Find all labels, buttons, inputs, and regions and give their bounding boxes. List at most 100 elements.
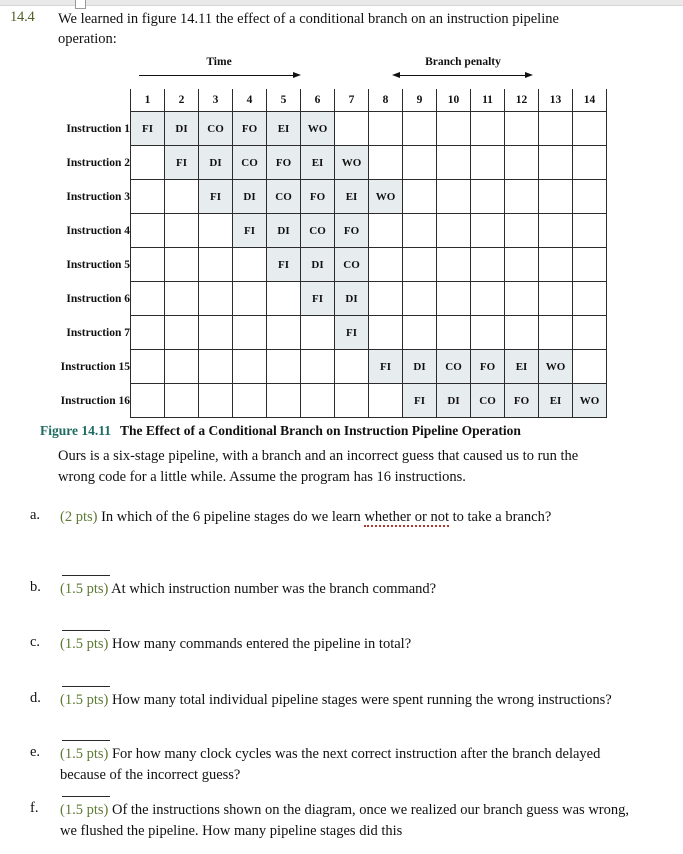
pipeline-empty-cell (436, 111, 471, 146)
pipeline-empty-cell (538, 281, 573, 316)
instruction-row-label: Instruction 15 (60, 360, 130, 373)
question-letter: e. (30, 744, 41, 760)
pipeline-empty-cell (300, 383, 335, 418)
pipeline-stage-cell-EI: EI (334, 179, 369, 214)
table-row: Instruction 4 FI DI CO FO (22, 213, 607, 248)
pipeline-empty-cell (572, 281, 607, 316)
pipeline-empty-cell (572, 179, 607, 214)
cycle-header-14: 14 (572, 89, 607, 112)
pipeline-stage-cell-EI: EI (504, 349, 539, 384)
pipeline-empty-cell (130, 247, 165, 282)
diagram-arrow-band: Time Branch penalty (0, 56, 683, 88)
pipeline-stage-cell-DI: DI (164, 111, 199, 146)
instruction-row-label: Instruction 2 (66, 156, 130, 169)
cycle-header-5: 5 (266, 89, 301, 112)
pipeline-empty-cell (436, 179, 471, 214)
table-row: Instruction 16 FI DI CO FO EI WO (22, 383, 607, 418)
answer-blank-line[interactable] (62, 796, 110, 797)
pipeline-empty-cell (504, 145, 539, 180)
question-letter: d. (30, 690, 41, 706)
pipeline-stage-cell-FI: FI (334, 315, 369, 350)
answer-blank-line[interactable] (62, 630, 110, 631)
pipeline-empty-cell (436, 315, 471, 350)
question-points: (1.5 pts) (60, 802, 109, 818)
pipeline-empty-cell (572, 111, 607, 146)
pipeline-empty-cell (436, 145, 471, 180)
pipeline-empty-cell (572, 247, 607, 282)
pipeline-empty-cell (402, 281, 437, 316)
pipeline-stage-cell-DI: DI (266, 213, 301, 248)
pipeline-empty-cell (300, 349, 335, 384)
cycle-header-3: 3 (198, 89, 233, 112)
pipeline-empty-cell (402, 315, 437, 350)
pipeline-empty-cell (402, 111, 437, 146)
pipeline-empty-cell (198, 247, 233, 282)
pipeline-stage-cell-WO: WO (538, 349, 573, 384)
question-points: (2 pts) (60, 509, 98, 525)
question-points: (1.5 pts) (60, 746, 109, 762)
question-points: (1.5 pts) (60, 692, 109, 708)
pipeline-stage-cell-FI: FI (198, 179, 233, 214)
pipeline-empty-cell (470, 315, 505, 350)
question-letter: f. (30, 800, 39, 816)
branch-penalty-arrow-head-left-icon (392, 71, 400, 78)
pipeline-diagram: 1 2 3 4 5 6 7 8 9 10 11 12 13 14 Instruction 1 FI DI CO F… (0, 89, 683, 418)
pipeline-empty-cell (572, 145, 607, 180)
cycle-header-7: 7 (334, 89, 369, 112)
cycle-header-4: 4 (232, 89, 267, 112)
pipeline-stage-cell-EI: EI (266, 111, 301, 146)
pipeline-stage-cell-FI: FI (300, 281, 335, 316)
emphasized-phrase: whether or not (364, 509, 449, 527)
answer-blank-line[interactable] (62, 686, 110, 687)
pipeline-empty-cell (232, 349, 267, 384)
pipeline-empty-cell (232, 247, 267, 282)
pipeline-empty-cell (232, 281, 267, 316)
pipeline-empty-cell (470, 179, 505, 214)
pipeline-stage-cell-CO: CO (470, 383, 505, 418)
question-letter: a. (30, 507, 41, 523)
pipeline-empty-cell (266, 281, 301, 316)
pipeline-empty-cell (504, 213, 539, 248)
pipeline-stage-cell-FO: FO (470, 349, 505, 384)
instruction-row-label: Instruction 16 (60, 394, 130, 407)
pipeline-stage-cell-FI: FI (130, 111, 165, 146)
pipeline-empty-cell (504, 281, 539, 316)
pipeline-stage-cell-CO: CO (300, 213, 335, 248)
pipeline-stage-cell-CO: CO (266, 179, 301, 214)
branch-penalty-arrow-label: Branch penalty (425, 56, 501, 68)
pipeline-empty-cell (130, 145, 165, 180)
pipeline-stage-cell-DI: DI (198, 145, 233, 180)
pipeline-empty-cell (504, 179, 539, 214)
pipeline-empty-cell (368, 213, 403, 248)
pipeline-empty-cell (504, 111, 539, 146)
pipeline-empty-cell (368, 111, 403, 146)
pipeline-empty-cell (130, 179, 165, 214)
question-letter: b. (30, 579, 41, 595)
pipeline-stage-cell-FO: FO (300, 179, 335, 214)
table-row: Instruction 3 FI DI CO FO EI WO (22, 179, 607, 214)
table-corner-blank (22, 89, 131, 112)
instruction-row-label: Instruction 1 (66, 122, 130, 135)
pipeline-empty-cell (538, 315, 573, 350)
pipeline-empty-cell (266, 349, 301, 384)
question-text: (1.5 pts) How many commands entered the … (60, 636, 412, 652)
cycle-header-10: 10 (436, 89, 471, 112)
figure-caption: Figure 14.11 The Effect of a Conditional … (40, 423, 640, 439)
pipeline-stage-cell-EI: EI (300, 145, 335, 180)
pipeline-empty-cell (470, 145, 505, 180)
body-paragraph: Ours is a six-stage pipeline, with a bra… (58, 448, 579, 485)
pipeline-empty-cell (402, 179, 437, 214)
pipeline-empty-cell (130, 281, 165, 316)
answer-blank-line[interactable] (62, 740, 110, 741)
pipeline-stage-cell-WO: WO (334, 145, 369, 180)
pipeline-empty-cell (300, 315, 335, 350)
pipeline-empty-cell (164, 213, 199, 248)
time-arrow-label: Time (206, 56, 232, 68)
question-points: (1.5 pts) (60, 636, 109, 652)
pipeline-stage-cell-DI: DI (334, 281, 369, 316)
table-row: Instruction 1 FI DI CO FO EI WO (22, 111, 607, 146)
pipeline-empty-cell (538, 111, 573, 146)
pipeline-stage-cell-DI: DI (436, 383, 471, 418)
question-text: (1.5 pts) How many total individual pipe… (60, 692, 612, 708)
answer-blank-line[interactable] (62, 575, 110, 576)
